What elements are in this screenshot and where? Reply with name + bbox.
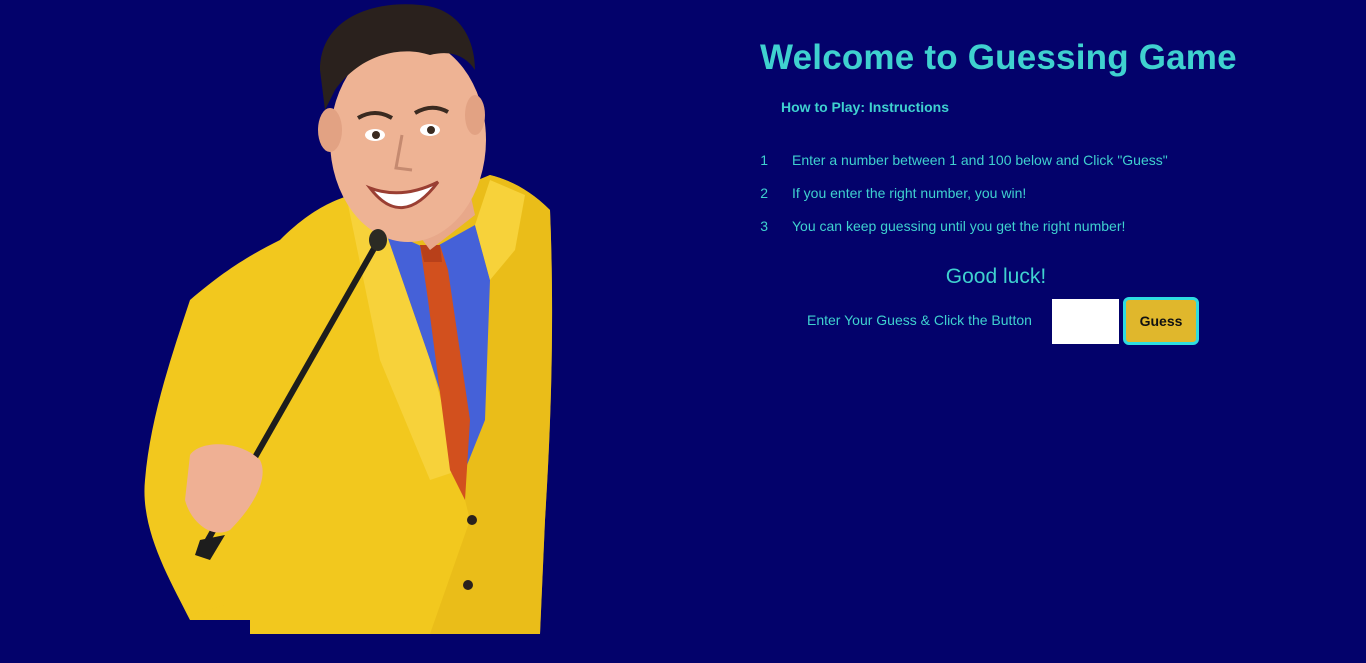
instruction-number: 2 [760, 184, 768, 201]
instruction-item: 3 You can keep guessing until you get th… [740, 209, 1240, 242]
good-luck-text: Good luck! [945, 265, 1047, 288]
page-title: Welcome to Guessing Game [760, 38, 1237, 77]
instruction-number: 1 [760, 151, 768, 168]
guess-button[interactable]: Guess [1123, 297, 1199, 345]
instruction-number: 3 [760, 217, 768, 234]
page: Welcome to Guessing Game How to Play: In… [0, 0, 1366, 663]
guess-input[interactable] [1052, 299, 1119, 344]
instruction-text: You can keep guessing until you get the … [792, 217, 1126, 234]
instruction-item: 2 If you enter the right number, you win… [740, 176, 1240, 209]
instruction-item: 1 Enter a number between 1 and 100 below… [740, 143, 1240, 176]
main-content: Welcome to Guessing Game How to Play: In… [740, 34, 1240, 345]
guess-form: Enter Your Guess & Click the Button Gues… [740, 297, 1240, 345]
instruction-text: Enter a number between 1 and 100 below a… [792, 151, 1168, 168]
game-show-host-image [144, 4, 553, 634]
guess-label: Enter Your Guess & Click the Button [807, 312, 1032, 328]
instruction-text: If you enter the right number, you win! [792, 184, 1027, 201]
instructions-heading: How to Play: Instructions [781, 99, 950, 115]
instructions-list: 1 Enter a number between 1 and 100 below… [740, 143, 1240, 242]
